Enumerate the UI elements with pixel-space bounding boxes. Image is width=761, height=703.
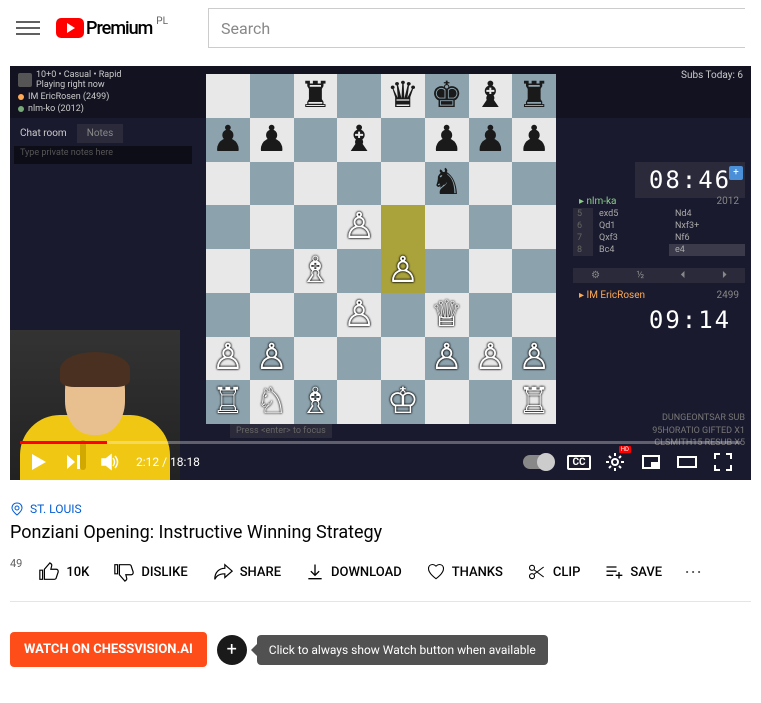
time-display: 2:12 / 18:18 bbox=[136, 455, 200, 469]
tab-chat[interactable]: Chat room bbox=[10, 124, 77, 143]
save-button[interactable]: SAVE bbox=[596, 556, 670, 588]
player-name: ▸ IM EricRosen 2499 bbox=[573, 288, 745, 303]
clock-bottom: 09:14 bbox=[635, 302, 745, 338]
country-code: PL bbox=[156, 16, 168, 27]
logo[interactable]: Premium PL bbox=[56, 18, 168, 39]
youtube-icon bbox=[56, 18, 84, 38]
chess-board: ♜♛♚♝♜♟♟♝♟♟♟♞♙♗♙♙♕♙♙♙♙♙♖♘♗♔♖ bbox=[206, 74, 556, 424]
like-button[interactable]: 10K bbox=[30, 555, 97, 589]
theater-button[interactable] bbox=[669, 444, 705, 480]
location-icon bbox=[10, 502, 24, 516]
menu-button[interactable] bbox=[16, 16, 40, 40]
volume-button[interactable] bbox=[92, 444, 128, 480]
play-button[interactable] bbox=[20, 444, 56, 480]
share-icon bbox=[212, 561, 234, 583]
logo-text: Premium bbox=[86, 18, 152, 39]
add-time-button[interactable]: + bbox=[729, 166, 743, 180]
dislike-button[interactable]: DISLIKE bbox=[105, 555, 195, 589]
subs-today: Subs Today: 6 bbox=[681, 70, 743, 114]
clip-button[interactable]: CLIP bbox=[519, 556, 589, 588]
add-extension-button[interactable]: + bbox=[217, 635, 247, 665]
game-info: 10+0 • Casual • RapidPlaying right now I… bbox=[18, 70, 122, 114]
next-button[interactable] bbox=[56, 444, 92, 480]
move-list: 5exd5Nd46Qd1Nxf3+7Qxf3Nf68Bc4e4 bbox=[573, 208, 745, 256]
share-button[interactable]: SHARE bbox=[204, 555, 289, 589]
download-icon bbox=[305, 562, 325, 582]
download-button[interactable]: DOWNLOAD bbox=[297, 556, 410, 588]
cc-button[interactable]: CC bbox=[561, 444, 597, 480]
focus-hint: Press <enter> to focus bbox=[230, 424, 332, 438]
video-title: Ponziani Opening: Instructive Winning St… bbox=[10, 522, 751, 543]
heart-icon bbox=[426, 562, 446, 582]
playlist-add-icon bbox=[604, 562, 624, 582]
settings-button[interactable]: HD bbox=[597, 444, 633, 480]
trending-rank: 49 bbox=[10, 557, 22, 570]
scissors-icon bbox=[527, 562, 547, 582]
watch-extension-button[interactable]: WATCH ON CHESSVISION.AI bbox=[10, 632, 207, 667]
thanks-button[interactable]: THANKS bbox=[418, 556, 511, 588]
more-actions-button[interactable]: ⋯ bbox=[678, 556, 708, 589]
tab-notes[interactable]: Notes bbox=[77, 124, 124, 143]
opponent-name: ▸ nlm-ka 2012 bbox=[573, 194, 745, 209]
video-player[interactable]: 10+0 • Casual • RapidPlaying right now I… bbox=[10, 66, 751, 480]
chat-tabs: Chat room Notes bbox=[10, 124, 196, 143]
thumbs-down-icon bbox=[113, 561, 135, 583]
move-controls[interactable]: ⚙½⏴⏵ bbox=[573, 268, 745, 283]
fullscreen-button[interactable] bbox=[705, 444, 741, 480]
notes-input[interactable]: Type private notes here bbox=[14, 146, 192, 164]
search-input[interactable]: Search bbox=[208, 8, 745, 48]
autoplay-toggle[interactable] bbox=[523, 455, 553, 469]
miniplayer-button[interactable] bbox=[633, 444, 669, 480]
extension-tooltip: Click to always show Watch button when a… bbox=[257, 635, 548, 665]
thumbs-up-icon bbox=[38, 561, 60, 583]
video-location[interactable]: ST. LOUIS bbox=[10, 502, 751, 516]
